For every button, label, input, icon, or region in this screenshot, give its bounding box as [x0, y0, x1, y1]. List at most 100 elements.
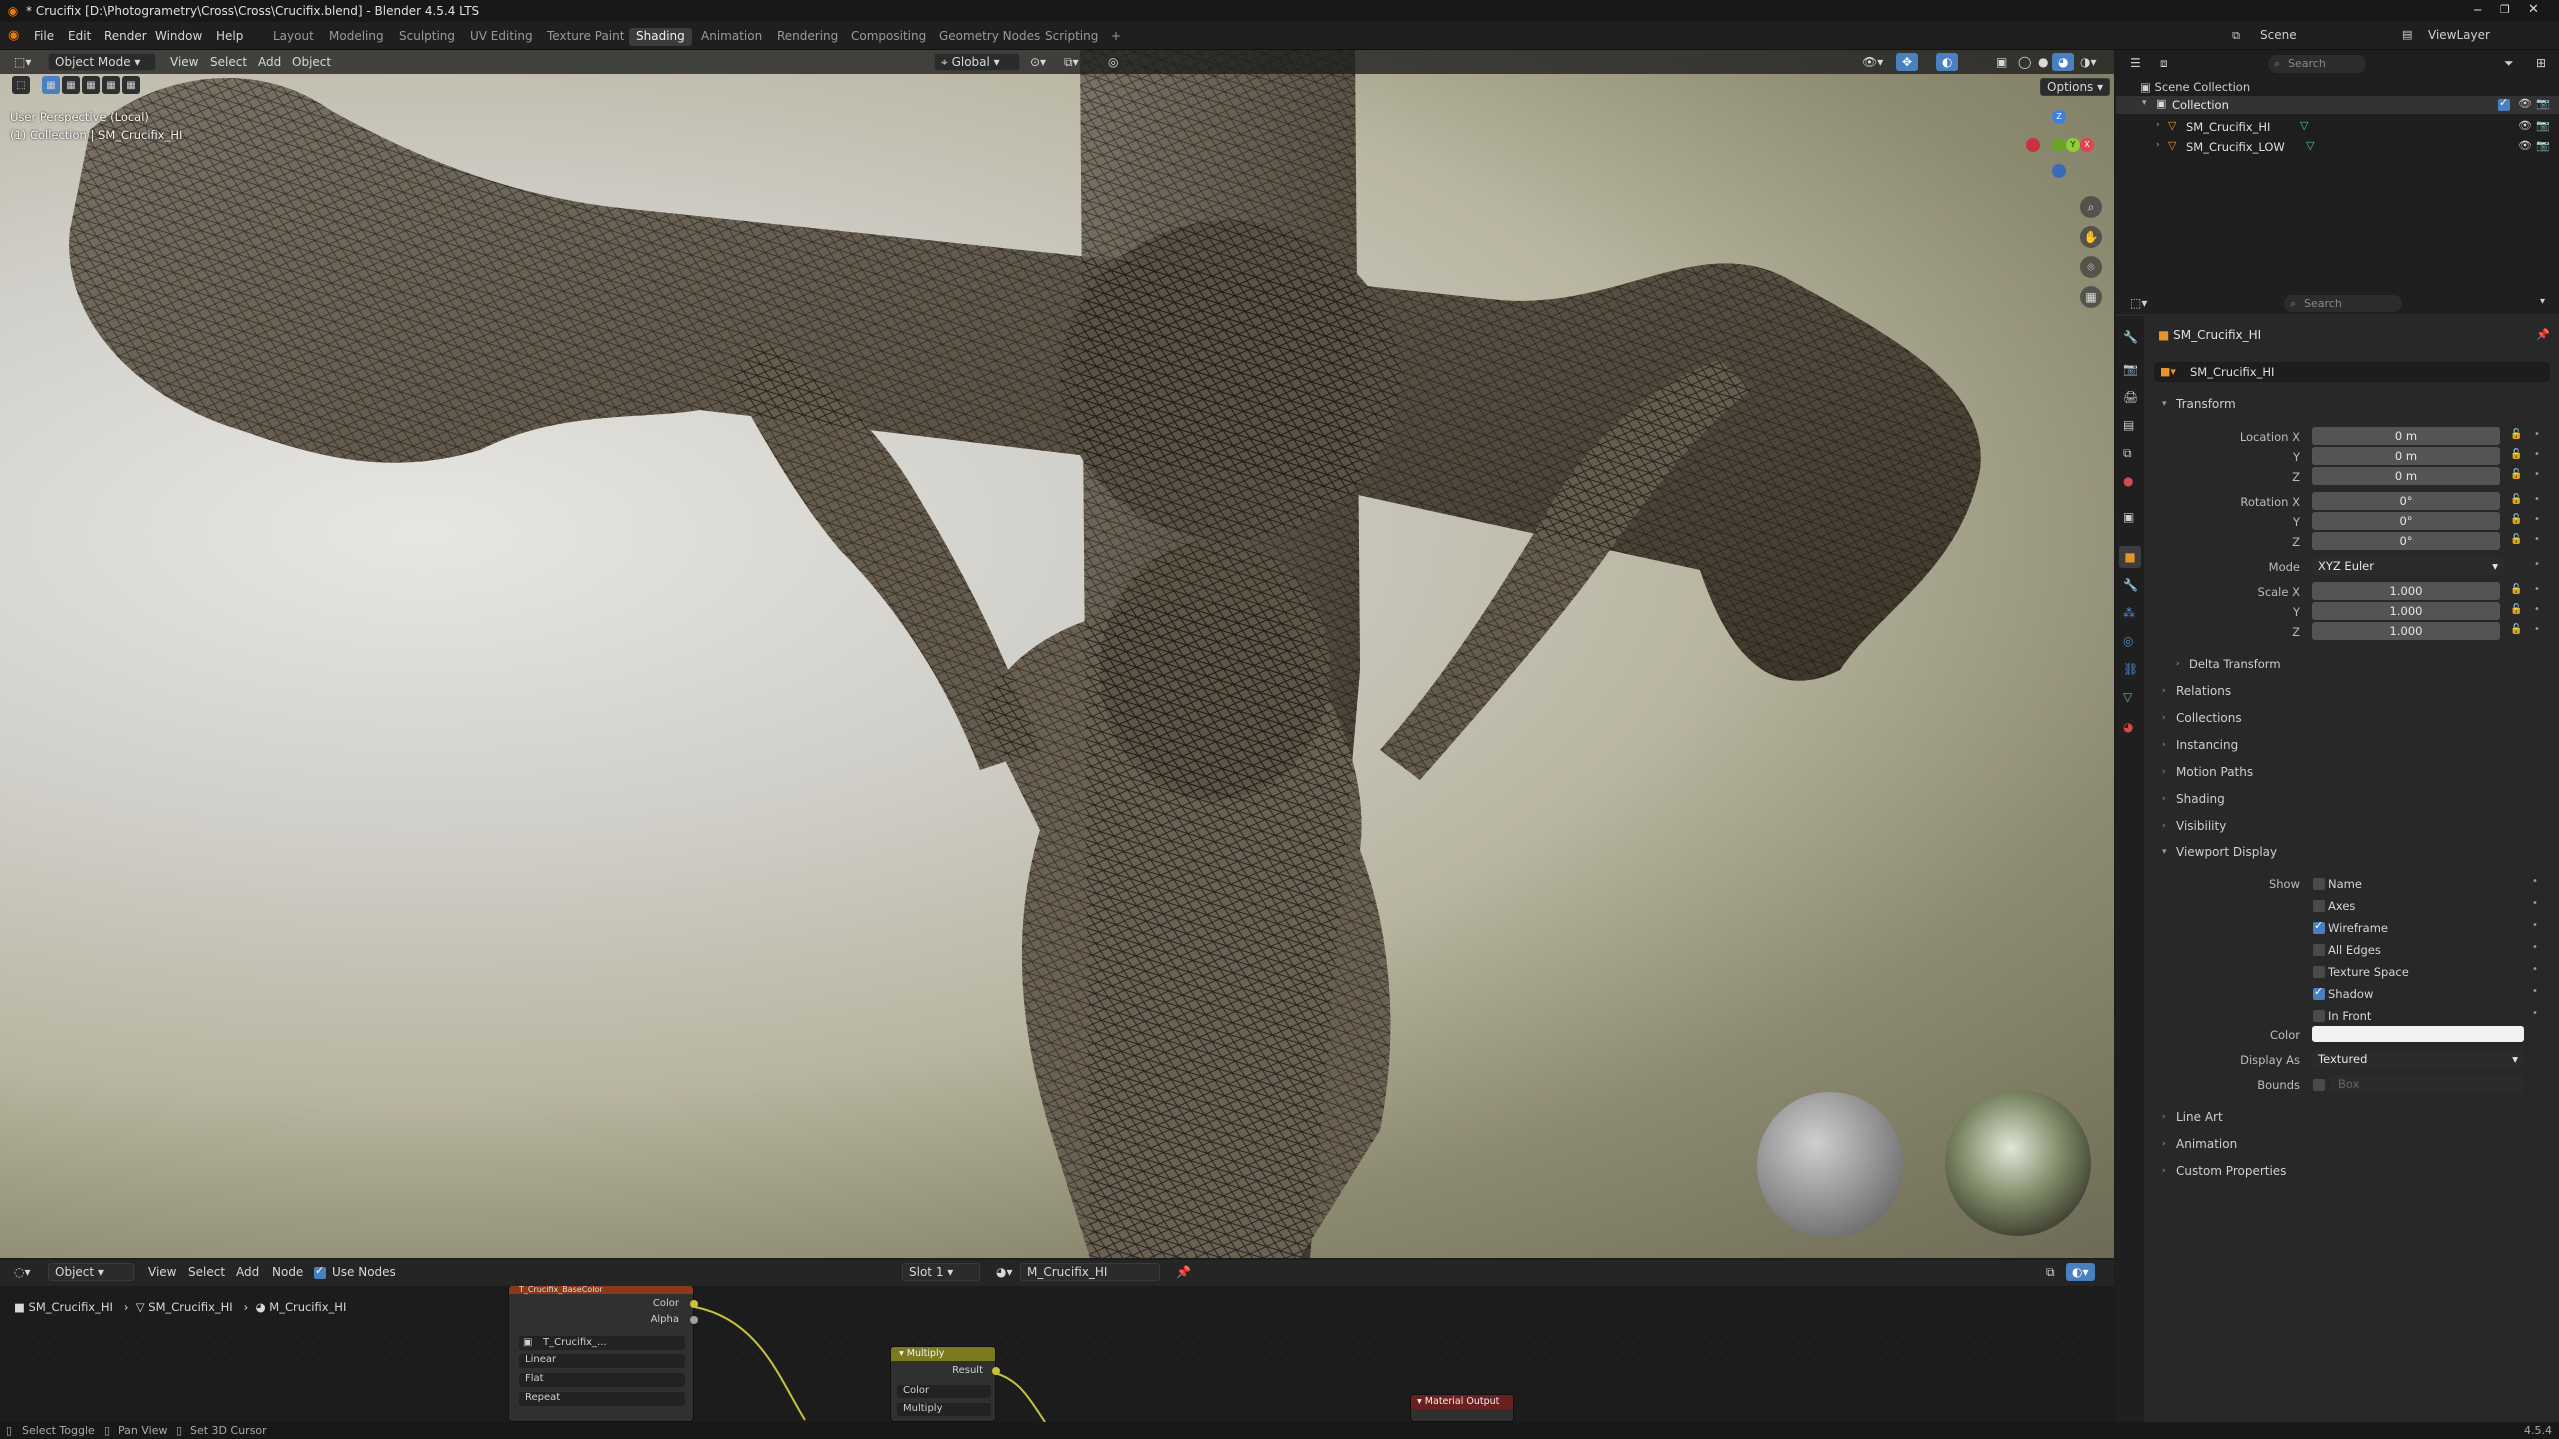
menu-node[interactable]: Node — [266, 1263, 309, 1281]
menu-object[interactable]: Object — [286, 53, 337, 71]
particles-tab-icon[interactable]: ⁂ — [2123, 606, 2135, 620]
menu-select[interactable]: Select — [182, 1263, 231, 1281]
blend-type-dropdown[interactable]: Color — [897, 1385, 991, 1398]
select-subtract-icon[interactable]: ▦ — [82, 76, 100, 94]
keyframe-dot-icon[interactable]: • — [2534, 584, 2540, 595]
rotation-x-field[interactable]: 0° — [2312, 492, 2500, 510]
navigation-gizmo[interactable]: Z Y X — [2018, 108, 2098, 188]
eye-icon[interactable]: 👁 — [2518, 139, 2532, 152]
close-icon[interactable]: ✕ — [2528, 2, 2539, 17]
instancing-panel[interactable]: Instancing — [2176, 738, 2238, 752]
blend-mode-dropdown[interactable]: Multiply — [897, 1403, 991, 1416]
keyframe-dot-icon[interactable]: • — [2534, 469, 2540, 480]
location-y-field[interactable]: 0 m — [2312, 447, 2500, 465]
rendered-shading-icon[interactable]: ◑▾ — [2074, 53, 2103, 71]
chevron-right-icon[interactable]: › — [2162, 1166, 2166, 1176]
gizmo-neg-x-axis[interactable] — [2026, 138, 2040, 152]
rotation-y-field[interactable]: 0° — [2312, 512, 2500, 530]
color-output-socket[interactable] — [690, 1300, 698, 1308]
lock-icon[interactable]: 🔓 — [2510, 624, 2522, 635]
custom-properties-panel[interactable]: Custom Properties — [2176, 1164, 2286, 1178]
visibility-panel[interactable]: Visibility — [2176, 819, 2226, 833]
tab-shading[interactable]: Shading — [629, 28, 692, 46]
pin-icon[interactable]: 📌 — [1170, 1263, 1197, 1281]
camera-icon[interactable]: 📷 — [2536, 97, 2550, 110]
keyframe-dot-icon[interactable]: • — [2532, 986, 2538, 997]
scale-x-field[interactable]: 1.000 — [2312, 582, 2500, 600]
xray-icon[interactable]: ▣ — [1990, 53, 2013, 71]
snap-icon[interactable]: ⧉ — [2040, 1263, 2061, 1281]
menu-select[interactable]: Select — [204, 53, 253, 71]
menu-add[interactable]: Add — [230, 1263, 265, 1281]
outliner-editor-icon[interactable]: ☰ — [2130, 56, 2141, 70]
bounds-dropdown[interactable]: Box — [2330, 1075, 2524, 1093]
material-name-field[interactable]: M_Crucifix_HI — [1020, 1263, 1160, 1281]
3d-viewport[interactable]: User Perspective (Local) (1) Collection … — [0, 50, 2114, 1258]
collections-panel[interactable]: Collections — [2176, 711, 2242, 725]
image-datablock-field[interactable]: ▣ T_Crucifix_... — [519, 1336, 685, 1350]
object-tab-icon[interactable]: ■ — [2119, 546, 2141, 568]
lock-icon[interactable]: 🔓 — [2510, 449, 2522, 460]
keyframe-dot-icon[interactable]: • — [2532, 942, 2538, 953]
gizmo-y-axis[interactable] — [2052, 138, 2066, 152]
interpolation-dropdown[interactable]: Linear — [519, 1354, 685, 1368]
gizmo-neg-z-axis[interactable] — [2052, 164, 2066, 178]
all-edges-checkbox[interactable] — [2313, 944, 2325, 956]
new-collection-icon[interactable]: ⊞ — [2536, 56, 2546, 70]
world-tab-icon[interactable]: ● — [2123, 474, 2133, 488]
editor-type-icon[interactable]: ⬚▾ — [8, 53, 37, 71]
select-intersect-icon[interactable]: ▦ — [122, 76, 140, 94]
gizmo-z-axis[interactable]: Z — [2052, 110, 2066, 124]
location-x-field[interactable]: 0 m — [2312, 427, 2500, 445]
properties-search-input[interactable]: ⌕ Search — [2284, 295, 2402, 312]
chevron-right-icon[interactable]: › — [2162, 1139, 2166, 1149]
camera-icon[interactable]: 📷 — [2536, 119, 2550, 132]
minimize-icon[interactable]: ─ — [2474, 3, 2481, 17]
rotation-mode-dropdown[interactable]: XYZ Euler ▾ — [2312, 557, 2504, 575]
lock-icon[interactable]: 🔓 — [2510, 514, 2522, 525]
blender-menu-icon[interactable]: ◉ — [8, 28, 19, 43]
viewlayer-name[interactable]: ViewLayer — [2428, 28, 2490, 42]
object-color-swatch[interactable] — [2312, 1026, 2524, 1042]
filter-icon[interactable]: ⏷ — [2504, 56, 2514, 71]
pin-icon[interactable]: 📌 — [2536, 328, 2550, 341]
display-mode-icon[interactable]: ⧈ — [2160, 56, 2168, 71]
chevron-right-icon[interactable]: › — [2156, 140, 2160, 150]
constraints-tab-icon[interactable]: ⛓ — [2123, 662, 2138, 676]
keyframe-dot-icon[interactable]: • — [2534, 449, 2540, 460]
material-output-node[interactable]: ▾ Material Output — [1410, 1394, 1514, 1422]
lock-icon[interactable]: 🔓 — [2510, 494, 2522, 505]
relations-panel[interactable]: Relations — [2176, 684, 2231, 698]
select-tool-icon[interactable]: ⬚ — [12, 76, 30, 94]
chevron-right-icon[interactable]: › — [2162, 686, 2166, 696]
breadcrumb-material[interactable]: M_Crucifix_HI — [269, 1300, 346, 1314]
image-texture-node[interactable]: T_Crucifix_BaseColor Color Alpha ▣ T_Cru… — [508, 1285, 698, 1422]
menu-view[interactable]: View — [142, 1263, 182, 1281]
chevron-right-icon[interactable]: › — [2162, 794, 2166, 804]
multiply-node[interactable]: ▾ Multiply Result Color Multiply — [890, 1346, 1000, 1422]
material-shading-icon[interactable]: ◕ — [2052, 53, 2075, 71]
lock-icon[interactable]: 🔓 — [2510, 534, 2522, 545]
keyframe-dot-icon[interactable]: • — [2534, 494, 2540, 505]
proportional-edit-icon[interactable]: ◎ — [1102, 53, 1124, 71]
eye-icon[interactable]: 👁 — [2518, 119, 2532, 132]
lock-icon[interactable]: 🔓 — [2510, 604, 2522, 615]
material-slot-dropdown[interactable]: Slot 1 ▾ — [902, 1263, 980, 1281]
keyframe-dot-icon[interactable]: • — [2532, 898, 2538, 909]
chevron-right-icon[interactable]: › — [2162, 713, 2166, 723]
eye-icon[interactable]: 👁 — [2518, 97, 2532, 110]
outliner-search-input[interactable]: ⌕ Search — [2268, 55, 2366, 73]
properties-editor-icon[interactable]: ⬚▾ — [2130, 296, 2147, 310]
animation-panel[interactable]: Animation — [2176, 1137, 2237, 1151]
shading-panel[interactable]: Shading — [2176, 792, 2225, 806]
wireframe-checkbox[interactable] — [2313, 919, 2325, 934]
physics-tab-icon[interactable]: ◎ — [2123, 634, 2133, 648]
axes-checkbox[interactable] — [2313, 900, 2325, 912]
collection-tab-icon[interactable]: ▣ — [2123, 510, 2134, 524]
keyframe-dot-icon[interactable]: • — [2534, 514, 2540, 525]
gizmo-y-label[interactable]: Y — [2066, 138, 2080, 152]
lock-icon[interactable]: 🔓 — [2510, 469, 2522, 480]
outliner-collection-row[interactable]: ▾ ▣ Collection 👁 📷 — [2116, 96, 2559, 114]
chevron-down-icon[interactable]: ▾ — [2162, 399, 2167, 409]
material-tab-icon[interactable]: ◕ — [2123, 720, 2133, 734]
